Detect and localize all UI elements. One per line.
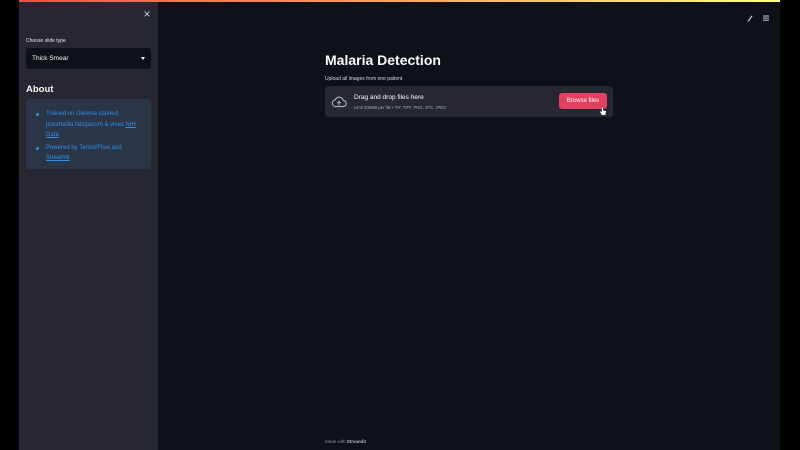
- bullet-icon: [36, 113, 39, 116]
- about-heading: About: [26, 84, 54, 95]
- sidebar: × Choose slide type Thick Smear About Tr…: [19, 2, 158, 450]
- about-item-text: Trained on Giemsa stained plasmodia falc…: [46, 111, 126, 128]
- list-item: Powered by TensorFlow and Streamlit: [33, 143, 145, 164]
- footer-streamlit-link[interactable]: Streamlit: [347, 439, 366, 444]
- slide-type-label: Choose slide type: [26, 38, 66, 44]
- streamlit-link[interactable]: Streamlit: [46, 155, 70, 161]
- about-list: Trained on Giemsa stained plasmodia falc…: [33, 109, 145, 166]
- about-item-text: Powered by TensorFlow and: [46, 144, 122, 151]
- bullet-icon: [36, 146, 39, 150]
- cloud-upload-icon: [331, 95, 347, 108]
- dropzone-limit-text: Limit 200MB per file • TIF, TIFF, PNG, J…: [354, 105, 447, 110]
- edit-icon[interactable]: [746, 9, 754, 22]
- page-title: Malaria Detection: [325, 52, 441, 68]
- footer-prefix: Made with: [325, 439, 347, 444]
- about-info-box: Trained on Giemsa stained plasmodia falc…: [26, 99, 151, 169]
- chevron-down-icon: [141, 57, 145, 60]
- slide-type-value: Thick Smear: [32, 55, 69, 62]
- close-icon[interactable]: ×: [141, 8, 153, 20]
- list-item: Trained on Giemsa stained plasmodia falc…: [33, 109, 145, 141]
- hamburger-menu-icon[interactable]: [762, 9, 770, 21]
- slide-type-select[interactable]: Thick Smear: [26, 48, 151, 69]
- hand-pointer-cursor-icon: [599, 103, 607, 116]
- dropzone-title: Drag and drop files here: [354, 94, 424, 101]
- upload-label: Upload all images from one patient: [325, 76, 403, 82]
- file-dropzone[interactable]: Drag and drop files here Limit 200MB per…: [325, 86, 613, 117]
- streamlit-app: × Choose slide type Thick Smear About Tr…: [19, 0, 780, 450]
- footer: Made with Streamlit: [325, 439, 366, 444]
